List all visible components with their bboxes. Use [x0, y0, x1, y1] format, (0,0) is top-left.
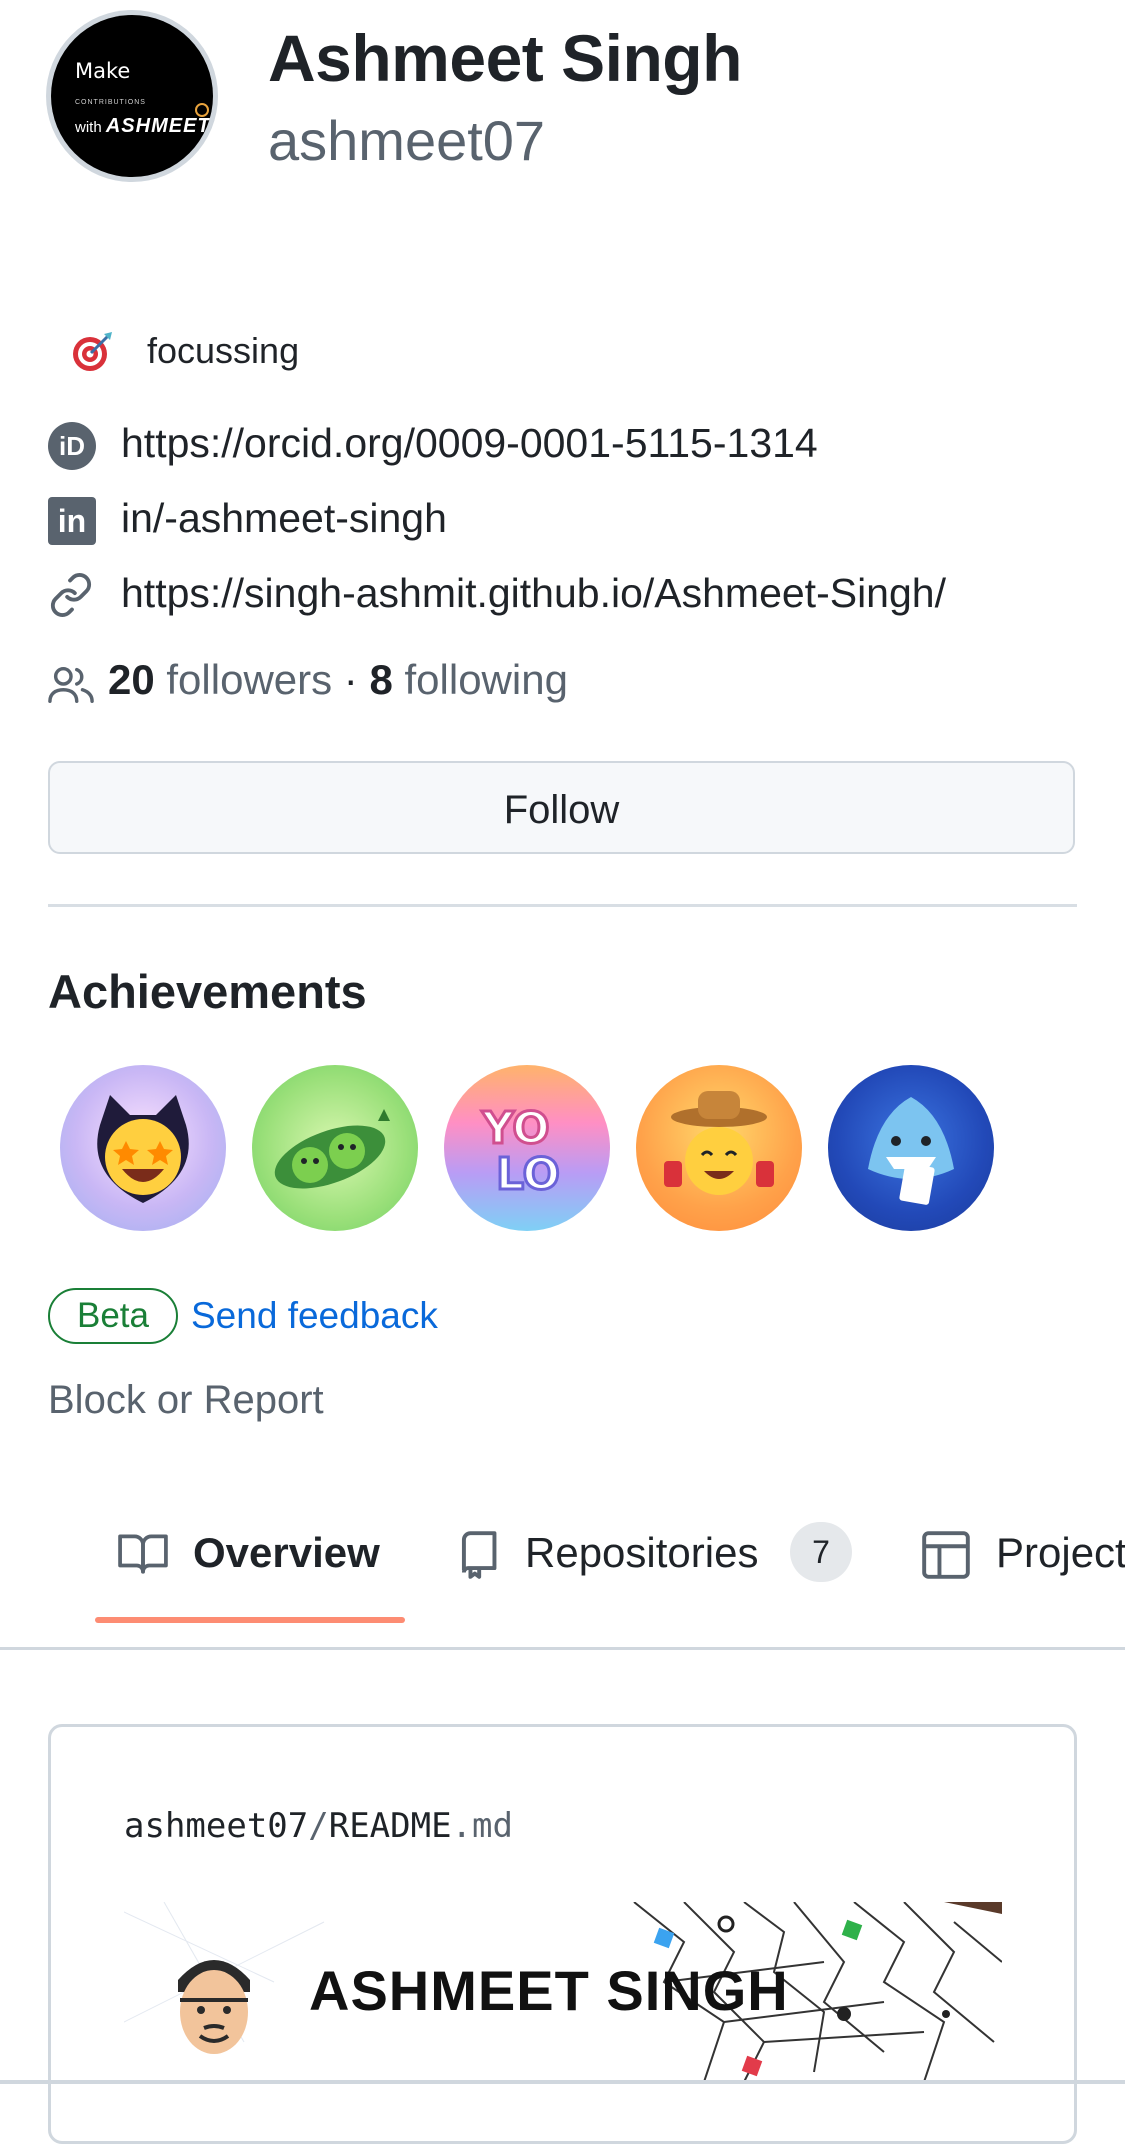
- cowboy-icon: [664, 1091, 774, 1195]
- repositories-count-badge: 7: [790, 1522, 852, 1582]
- yolo-icon: YO LO: [480, 1102, 562, 1202]
- yolo-badge[interactable]: YO LO: [444, 1065, 610, 1231]
- readme-owner-link[interactable]: ashmeet07: [124, 1806, 308, 1846]
- banner-title: ASHMEET SINGH: [309, 1959, 789, 2022]
- status-text: focussing: [147, 330, 300, 371]
- starstruck-badge[interactable]: [60, 1065, 226, 1231]
- avatar-text-with: with ASHMEET: [75, 115, 211, 137]
- peapod-icon: [274, 1109, 390, 1189]
- avatar-text-contributions: CONTRIBUTIONS: [75, 99, 146, 106]
- active-tab-underline: [95, 1617, 405, 1623]
- svg-text:LO: LO: [496, 1149, 560, 1200]
- follow-stats: 20 followers · 8 following: [48, 650, 1088, 710]
- profile-full-name: Ashmeet Singh: [268, 21, 742, 95]
- quickdraw-badge[interactable]: [636, 1065, 802, 1231]
- tab-repositories-label: Repositories: [525, 1529, 759, 1576]
- bottom-edge: [0, 2080, 1125, 2084]
- website-link-row[interactable]: https://singh-ashmit.github.io/Ashmeet-S…: [48, 564, 1088, 624]
- orcid-link-row[interactable]: iD https://orcid.org/0009-0001-5115-1314: [48, 414, 1088, 474]
- follow-button[interactable]: Follow: [48, 761, 1075, 854]
- tab-projects[interactable]: Projects: [922, 1525, 1125, 1585]
- readme-banner: ASHMEET SINGH: [124, 1902, 1002, 2082]
- tab-projects-label: Projects: [996, 1529, 1125, 1576]
- following-count: 8: [369, 656, 393, 703]
- readme-filename[interactable]: README.md: [329, 1806, 513, 1846]
- section-divider: [48, 904, 1077, 907]
- book-icon: [118, 1531, 168, 1580]
- developer-avatar: [166, 1940, 262, 2070]
- followers-count: 20: [108, 656, 155, 703]
- profile-username: ashmeet07: [268, 109, 546, 172]
- avatar-pin-icon: [195, 103, 209, 117]
- linkedin-link-row[interactable]: in in/-ashmeet-singh: [48, 489, 1088, 549]
- avatar-image: Make CONTRIBUTIONS with ASHMEET: [51, 15, 213, 177]
- orcid-link[interactable]: https://orcid.org/0009-0001-5115-1314: [121, 420, 818, 467]
- people-icon: [48, 664, 94, 709]
- tab-overview-label: Overview: [193, 1529, 380, 1576]
- shark-icon: [868, 1097, 954, 1205]
- orcid-icon: iD: [48, 422, 96, 470]
- readme-path: ashmeet07/README.md: [124, 1806, 513, 1846]
- tab-overview[interactable]: Overview: [118, 1525, 408, 1585]
- tabs-border: [0, 1647, 1125, 1650]
- readme-path-separator: /: [308, 1806, 329, 1846]
- followers-link[interactable]: 20 followers: [108, 656, 332, 703]
- pull-shark-badge[interactable]: [828, 1065, 994, 1231]
- achievements-title: Achievements: [48, 965, 367, 1018]
- send-feedback-link[interactable]: Send feedback: [191, 1295, 438, 1337]
- repo-icon: [456, 1531, 498, 1584]
- pair-extraordinaire-badge[interactable]: [252, 1065, 418, 1231]
- dart-target-icon: [70, 330, 114, 374]
- following-link[interactable]: 8 following: [369, 656, 567, 703]
- profile-avatar[interactable]: Make CONTRIBUTIONS with ASHMEET: [46, 10, 218, 182]
- starstruck-icon: [97, 1095, 189, 1203]
- link-icon: [48, 572, 96, 620]
- following-label: following: [404, 656, 568, 703]
- beta-label: Beta: [48, 1288, 178, 1344]
- linkedin-icon: in: [48, 497, 96, 545]
- table-icon: [922, 1531, 970, 1584]
- linkedin-link[interactable]: in/-ashmeet-singh: [121, 495, 447, 542]
- website-link[interactable]: https://singh-ashmit.github.io/Ashmeet-S…: [121, 570, 946, 617]
- avatar-text-make: Make: [75, 59, 131, 83]
- followers-label: followers: [166, 656, 333, 703]
- stats-separator: ·: [343, 656, 358, 703]
- block-report-link[interactable]: Block or Report: [48, 1378, 324, 1423]
- svg-text:YO: YO: [481, 1103, 550, 1154]
